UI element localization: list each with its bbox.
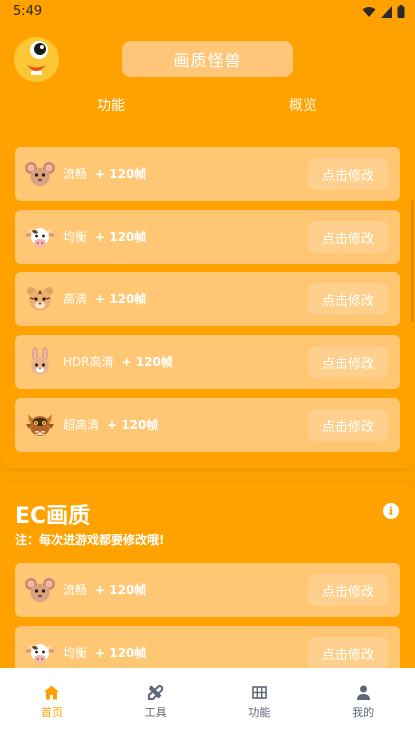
status-time: 5:49 — [13, 4, 43, 19]
battery-icon — [397, 5, 405, 18]
modify-button[interactable]: 点击修改 — [308, 158, 388, 190]
mode-label: 均衡 + 120帧 — [63, 230, 147, 244]
tab-functions[interactable]: 功能 — [97, 95, 125, 115]
bottom-navigation: 首页 工具 功能 我的 — [0, 668, 415, 737]
avatar[interactable] — [14, 37, 59, 82]
mode-label: 流畅 + 120帧 — [63, 583, 147, 597]
modify-button[interactable]: 点击修改 — [308, 637, 388, 669]
ec-title: EC画质 — [15, 504, 91, 529]
status-bar: 5:49 — [0, 0, 415, 24]
wifi-icon — [362, 6, 376, 17]
mode-label: 超高清 + 120帧 — [63, 418, 159, 432]
nav-home-label: 首页 — [40, 706, 63, 719]
mode-card-balanced[interactable]: 均衡 + 120帧 点击修改 — [15, 210, 400, 264]
mode-label: 均衡 + 120帧 — [63, 646, 147, 660]
app-title[interactable]: 画质怪兽 — [122, 41, 293, 77]
person-icon — [356, 685, 370, 700]
tab-overview[interactable]: 概览 — [289, 95, 317, 115]
nav-tools-label: 工具 — [144, 706, 167, 719]
mode-card-smooth[interactable]: 流畅 + 120帧 点击修改 — [15, 147, 400, 201]
info-icon[interactable]: i — [383, 503, 399, 519]
nav-mine-label: 我的 — [352, 706, 375, 719]
scrollbar[interactable] — [411, 200, 414, 322]
modify-button[interactable]: 点击修改 — [308, 409, 388, 441]
grid-icon — [252, 686, 267, 699]
tools-icon — [148, 684, 164, 700]
modify-button[interactable]: 点击修改 — [308, 346, 388, 378]
tiger-face-icon — [27, 287, 53, 311]
nav-functions-label: 功能 — [248, 706, 271, 719]
mode-card-ultra-hd[interactable]: 超高清 + 120帧 点击修改 — [15, 398, 400, 452]
modify-button[interactable]: 点击修改 — [308, 283, 388, 315]
ec-mode-card-smooth[interactable]: 流畅 + 120帧 点击修改 — [15, 563, 400, 617]
nav-home[interactable]: 首页 — [0, 668, 104, 737]
tab-bar: 功能 概览 — [0, 95, 415, 119]
modify-button[interactable]: 点击修改 — [308, 574, 388, 606]
nav-functions[interactable]: 功能 — [208, 668, 312, 737]
mouse-face-icon — [25, 162, 55, 186]
nav-tools[interactable]: 工具 — [104, 668, 208, 737]
cow-face-icon — [25, 644, 55, 663]
home-icon — [44, 685, 60, 700]
modify-button[interactable]: 点击修改 — [308, 221, 388, 253]
cow-face-icon — [25, 228, 55, 247]
signal-icon — [381, 5, 392, 18]
mode-label: 流畅 + 120帧 — [63, 167, 147, 181]
mode-card-hd[interactable]: 高清 + 120帧 点击修改 — [15, 272, 400, 326]
status-icons — [362, 5, 405, 18]
ec-note: 注：每次进游戏都要修改哦! — [15, 533, 165, 547]
mascot-icon — [14, 37, 59, 82]
mode-card-hdr[interactable]: HDR高清 + 120帧 点击修改 — [15, 335, 400, 389]
mode-label: 高清 + 120帧 — [63, 292, 147, 306]
mouse-face-icon — [25, 578, 55, 602]
mode-label: HDR高清 + 120帧 — [63, 355, 173, 369]
nav-mine[interactable]: 我的 — [311, 668, 415, 737]
rabbit-face-icon — [31, 347, 49, 375]
dragon-face-icon — [26, 414, 54, 436]
